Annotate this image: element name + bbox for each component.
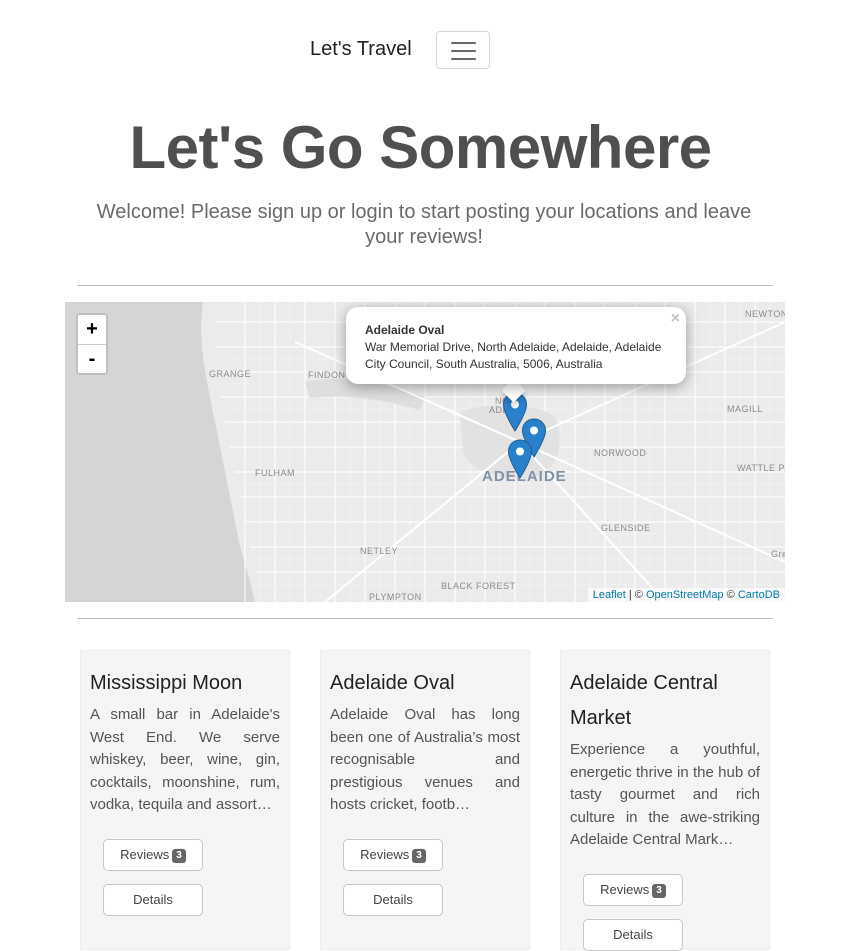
map-label-netley: NETLEY (360, 546, 398, 556)
leaflet-link[interactable]: Leaflet (593, 589, 626, 601)
reviews-button[interactable]: Reviews 3 (343, 839, 443, 871)
reviews-count-badge: 3 (172, 849, 186, 863)
location-card: Mississippi Moon A small bar in Adelaide… (80, 650, 290, 950)
card-title: Mississippi Moon (90, 672, 243, 694)
navbar-toggle-button[interactable] (436, 31, 490, 69)
openstreetmap-link[interactable]: OpenStreetMap (646, 589, 724, 601)
location-card: Adelaide Central Market Experience a you… (560, 650, 770, 951)
zoom-in-button[interactable]: + (78, 315, 106, 345)
popup-close-icon[interactable]: × (671, 310, 680, 327)
zoom-out-button[interactable]: - (78, 345, 106, 374)
map-popup: Adelaide Oval War Memorial Drive, North … (346, 307, 686, 384)
details-button[interactable]: Details (103, 884, 203, 916)
map-marker-icon[interactable] (507, 439, 533, 479)
card-title: Adelaide Oval (330, 672, 455, 694)
reviews-button[interactable]: Reviews 3 (583, 874, 683, 906)
map-label-wattle-park: WATTLE PARK (737, 463, 785, 473)
popup-title: Adelaide Oval (365, 323, 445, 337)
map-label-findon: FINDON (308, 370, 346, 380)
card-description: Experience a youthful, energetic thrive … (570, 741, 760, 848)
card-title: Adelaide Central Market (570, 672, 718, 729)
location-card: Adelaide Oval Adelaide Oval has long bee… (320, 650, 530, 950)
reviews-label: Reviews (600, 882, 650, 897)
divider (77, 618, 773, 619)
reviews-count-badge: 3 (652, 884, 666, 898)
navbar: Let's Travel (0, 0, 841, 100)
hero-subtitle: Welcome! Please sign up or login to star… (96, 201, 752, 248)
reviews-label: Reviews (120, 847, 170, 862)
reviews-label: Reviews (360, 847, 410, 862)
divider (77, 285, 773, 286)
map-label-partial: Gre (771, 549, 785, 559)
map-label-grange: GRANGE (209, 369, 251, 379)
brand-link[interactable]: Let's Travel (310, 38, 412, 61)
map-label-magill: MAGILL (727, 404, 763, 414)
attribution-separator: | © (625, 589, 646, 601)
cartodb-link[interactable]: CartoDB (738, 589, 780, 601)
map-label-newton: NEWTON (745, 309, 785, 319)
reviews-count-badge: 3 (412, 849, 426, 863)
details-button[interactable]: Details (583, 919, 683, 951)
attribution-separator: © (723, 589, 738, 601)
map-label-glenside: GLENSIDE (601, 523, 651, 533)
popup-address: War Memorial Drive, North Adelaide, Adel… (365, 340, 662, 371)
zoom-control: + - (76, 313, 108, 375)
map-label-black-forest: BLACK FOREST (441, 581, 516, 591)
card-description: Adelaide Oval has long been one of Austr… (330, 706, 520, 813)
map[interactable]: NEWTON GRANGE FINDON MAGILL NORWOOD WATT… (65, 302, 785, 602)
hero-title: Let's Go Somewhere (129, 114, 712, 181)
map-attribution: Leaflet | © OpenStreetMap © CartoDB (587, 588, 785, 602)
map-label-plympton: PLYMPTON (369, 592, 422, 602)
card-description: A small bar in Adelaide's West End. We s… (90, 706, 280, 813)
details-button[interactable]: Details (343, 884, 443, 916)
map-label-norwood: NORWOOD (594, 448, 646, 458)
map-label-fulham: FULHAM (255, 468, 295, 478)
reviews-button[interactable]: Reviews 3 (103, 839, 203, 871)
